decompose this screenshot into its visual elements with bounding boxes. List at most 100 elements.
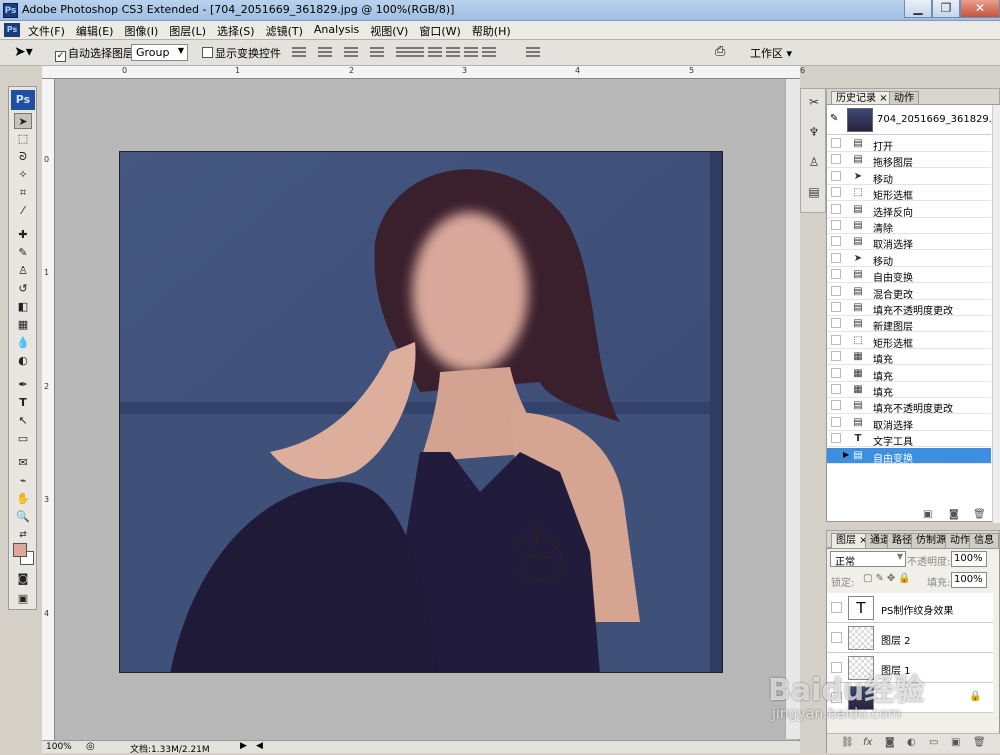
auto-select-target-dropdown[interactable]: Group ▼	[131, 44, 188, 61]
history-state[interactable]: ⬚ 矩形选框	[827, 333, 991, 350]
history-brush-source-toggle[interactable]	[831, 269, 841, 280]
menu-view[interactable]: 视图(V)	[370, 23, 408, 39]
delete-layer-icon[interactable]: 🗑	[973, 737, 986, 748]
delete-state-icon[interactable]: 🗑	[973, 509, 986, 520]
tools-panel-icon[interactable]: ✂	[805, 93, 823, 111]
new-snapshot-icon[interactable]: ◙	[949, 509, 959, 520]
shape-tool-icon[interactable]: ▭	[14, 431, 32, 447]
gradient-tool-icon[interactable]: ▦	[14, 317, 32, 333]
menu-image[interactable]: 图像(I)	[124, 23, 158, 39]
history-brush-source-toggle[interactable]	[831, 236, 841, 247]
distribute-top-icon[interactable]	[410, 47, 424, 59]
history-state[interactable]: ▤ 自由变换	[827, 267, 991, 284]
new-layer-icon[interactable]: ▣	[951, 737, 960, 748]
distribute-left-icon[interactable]	[464, 47, 478, 59]
workspace-icon[interactable]: ⎙	[715, 44, 725, 59]
close-icon[interactable]: ×	[879, 93, 887, 104]
history-state[interactable]: ➤ 移动	[827, 169, 991, 186]
history-brush-source-toggle[interactable]	[831, 187, 841, 198]
align-top-icon[interactable]	[292, 47, 306, 59]
history-state[interactable]: ➤ 移动	[827, 251, 991, 268]
history-brush-source-toggle[interactable]	[831, 384, 841, 394]
history-state[interactable]: ▶ ▤ 自由变换	[827, 447, 991, 465]
history-brush-source-toggle[interactable]	[831, 154, 841, 165]
crop-tool-icon[interactable]: ⌗	[14, 185, 32, 201]
history-state[interactable]: ▦ 填充	[827, 349, 991, 366]
auto-select-checkbox[interactable]: ✓ 自动选择图层	[55, 45, 134, 62]
blur-tool-icon[interactable]: 💧	[14, 335, 32, 351]
history-state[interactable]: ▤ 取消选择	[827, 415, 991, 432]
zoom-level[interactable]: 100%	[46, 742, 72, 752]
dodge-tool-icon[interactable]: ◐	[14, 353, 32, 369]
history-state[interactable]: ▦ 填充	[827, 382, 991, 399]
clone-stamp-tool-icon[interactable]: ♙	[14, 263, 32, 279]
layer-comps-panel-icon[interactable]: ▤	[805, 183, 823, 201]
hand-tool-icon[interactable]: ✋	[14, 491, 32, 507]
history-state[interactable]: ▤ 打开	[827, 136, 991, 153]
align-bottom-icon[interactable]	[344, 47, 358, 59]
history-state[interactable]: ⬚ 矩形选框	[827, 185, 991, 202]
align-left-icon[interactable]	[370, 47, 384, 59]
marquee-tool-icon[interactable]: ⬚	[14, 131, 32, 147]
history-state[interactable]: ▤ 填充不透明度更改	[827, 300, 991, 317]
history-brush-source-toggle[interactable]	[831, 203, 841, 214]
path-selection-tool-icon[interactable]: ↖	[14, 413, 32, 429]
history-state[interactable]: ▦ 填充	[827, 366, 991, 383]
history-brush-source-toggle[interactable]	[831, 416, 841, 427]
move-tool-preset-icon[interactable]: ➤▾	[14, 44, 33, 60]
close-button[interactable]: ✕	[960, 0, 1000, 18]
layer-visibility-toggle[interactable]	[831, 602, 842, 613]
ps-toolbox-logo-icon[interactable]: Ps	[11, 90, 35, 110]
workspace-menu[interactable]: 工作区 ▾	[750, 45, 792, 61]
ps-menu-icon[interactable]: Ps	[4, 23, 20, 37]
magic-wand-tool-icon[interactable]: ✧	[14, 167, 32, 183]
history-brush-source-toggle[interactable]	[831, 170, 841, 181]
menu-filter[interactable]: 滤镜(T)	[266, 23, 303, 39]
blend-mode-dropdown[interactable]: 正常 ▼	[830, 551, 906, 568]
healing-brush-tool-icon[interactable]: ✚	[14, 227, 32, 243]
canvas-image[interactable]	[119, 151, 723, 673]
tab-info[interactable]: 信息	[969, 533, 999, 548]
history-state[interactable]: ▤ 拖移图层	[827, 152, 991, 169]
minimize-button[interactable]: ▁	[904, 0, 932, 18]
history-brush-source-toggle[interactable]	[831, 220, 841, 230]
opacity-field[interactable]: 100%	[951, 551, 987, 567]
layer-row[interactable]: T PS制作纹身效果	[827, 593, 993, 623]
adjustment-layer-icon[interactable]: ◐	[907, 737, 916, 748]
move-tool-icon[interactable]: ➤	[14, 113, 32, 129]
history-brush-source-toggle[interactable]	[831, 367, 841, 378]
new-document-from-state-icon[interactable]: ▣	[923, 509, 932, 520]
layer-style-icon[interactable]: fx	[863, 737, 872, 748]
history-scrollbar[interactable]	[992, 105, 1000, 523]
history-state[interactable]: ▤ 混合更改	[827, 284, 991, 301]
menu-layer[interactable]: 图层(L)	[169, 23, 206, 39]
vertical-scrollbar[interactable]	[785, 79, 800, 739]
auto-align-icon[interactable]	[526, 47, 540, 59]
layer-row[interactable]: 图层 2	[827, 623, 993, 653]
status-icon[interactable]: ◎	[86, 741, 95, 752]
foreground-color-swatch[interactable]	[13, 543, 27, 557]
history-brush-source-toggle[interactable]	[831, 334, 841, 345]
history-brush-source-toggle[interactable]	[831, 351, 841, 362]
lasso-tool-icon[interactable]: ᘐ	[14, 149, 32, 165]
history-brush-source-toggle[interactable]	[831, 252, 841, 263]
layer-visibility-toggle[interactable]	[831, 632, 842, 643]
history-state[interactable]: T 文字工具	[827, 431, 991, 448]
history-brush-source-toggle[interactable]	[831, 138, 841, 148]
lock-options-icon[interactable]: ▢✎✥🔒	[863, 573, 914, 584]
pen-tool-icon[interactable]: ✒	[14, 377, 32, 393]
history-state[interactable]: ▤ 选择反向	[827, 202, 991, 219]
menu-help[interactable]: 帮助(H)	[472, 23, 511, 39]
quick-mask-icon[interactable]: ◙	[14, 571, 32, 587]
menu-select[interactable]: 选择(S)	[217, 23, 255, 39]
show-transform-checkbox[interactable]: 显示变换控件	[202, 45, 281, 61]
brushes-panel-icon[interactable]: ♆	[805, 123, 823, 141]
menu-analysis[interactable]: Analysis	[314, 23, 359, 39]
align-vcenter-icon[interactable]	[318, 47, 332, 59]
screen-mode-icon[interactable]: ▣	[14, 591, 32, 607]
history-brush-source-toggle[interactable]	[831, 318, 841, 329]
clone-source-panel-icon[interactable]: ♙	[805, 153, 823, 171]
history-brush-tool-icon[interactable]: ↺	[14, 281, 32, 297]
distribute-right-icon[interactable]	[482, 47, 496, 59]
zoom-tool-icon[interactable]: 🔍	[14, 509, 32, 525]
